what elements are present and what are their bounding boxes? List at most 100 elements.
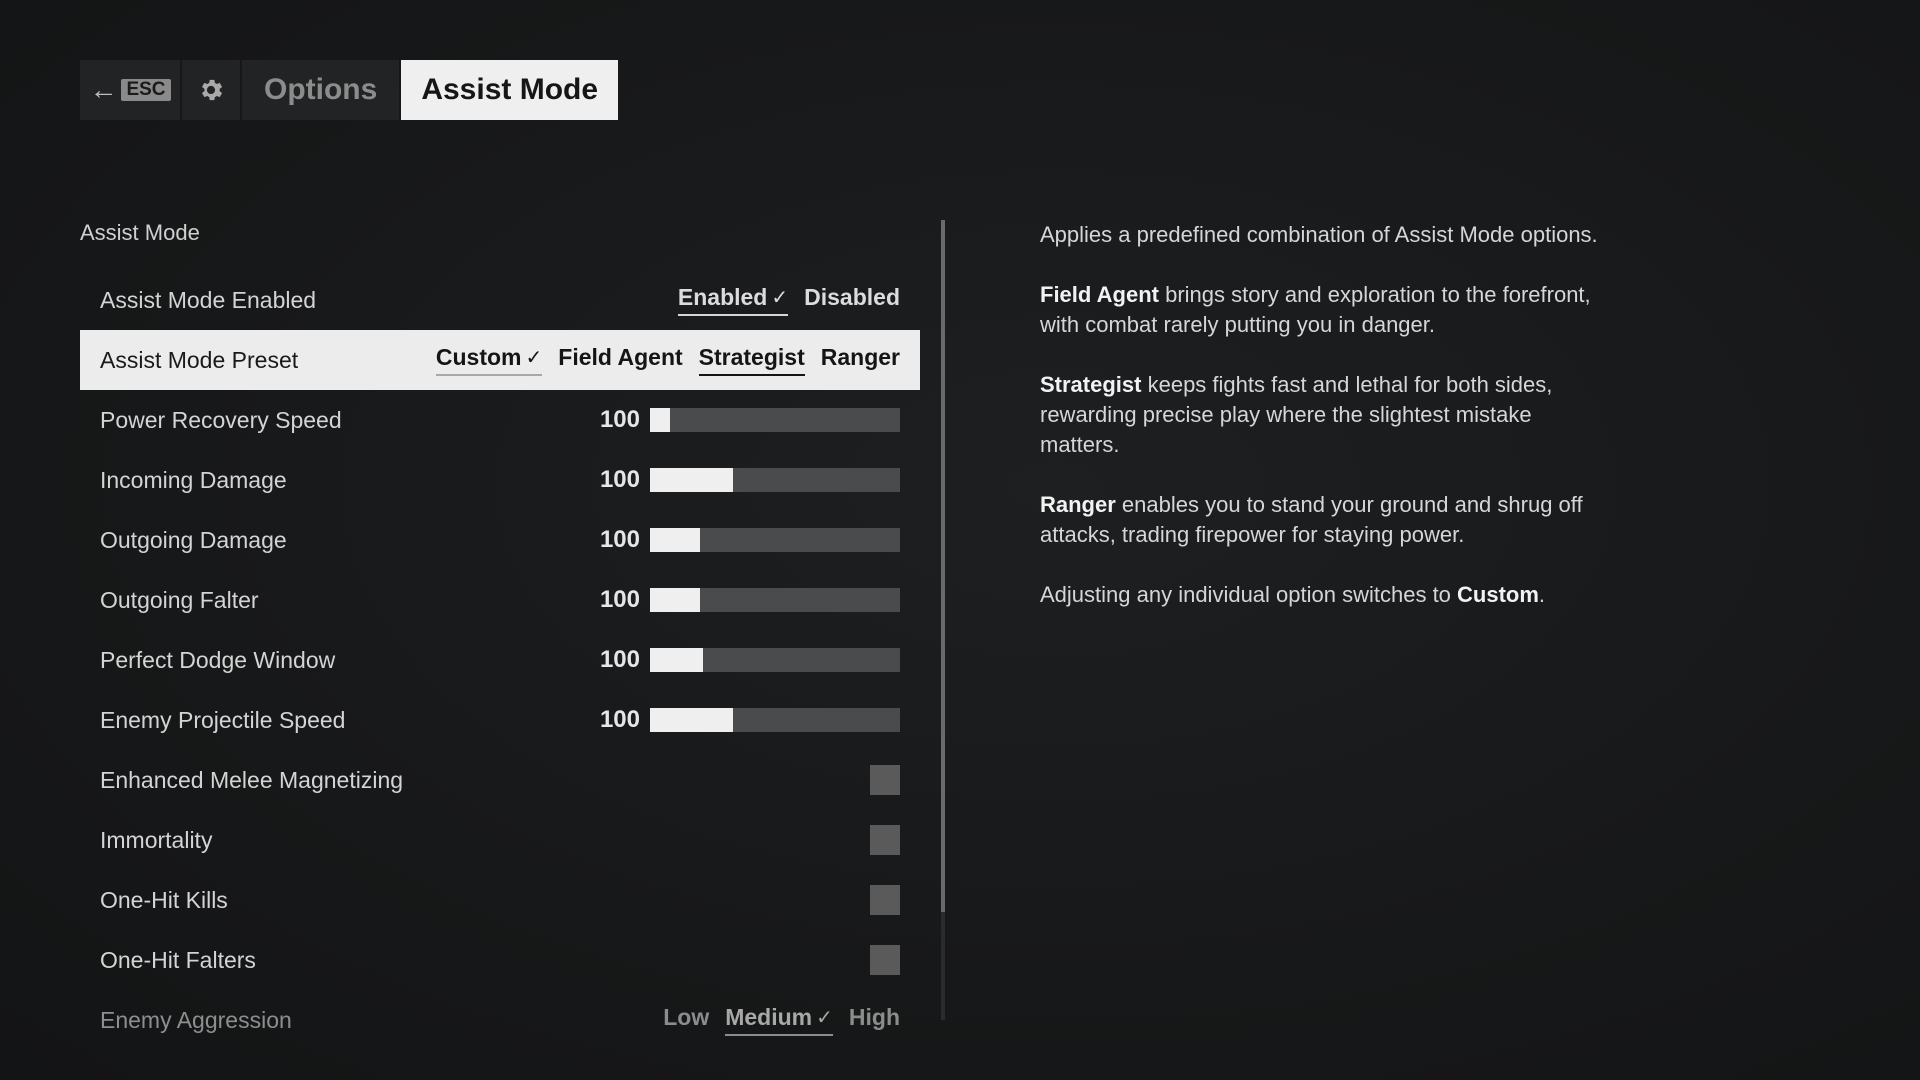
slider[interactable]: 100 xyxy=(596,586,900,614)
setting-label: Perfect Dodge Window xyxy=(100,646,336,673)
description-field-agent: Field Agent brings story and exploration… xyxy=(1040,280,1600,340)
option-label: Strategist xyxy=(698,344,805,370)
slider-track[interactable] xyxy=(650,648,900,672)
slider-track[interactable] xyxy=(650,708,900,732)
description-strategist: Strategist keeps fights fast and lethal … xyxy=(1040,370,1600,460)
back-arrow-icon: ← xyxy=(89,74,118,105)
option-selector: Custom ✓ Field Agent Strategist Ranger xyxy=(435,344,900,376)
slider[interactable]: 100 xyxy=(596,646,900,674)
slider-value: 100 xyxy=(599,526,640,553)
slider[interactable]: 100 xyxy=(596,526,900,554)
scrollbar[interactable] xyxy=(941,220,945,1020)
slider[interactable]: 100 xyxy=(596,706,900,734)
option-custom[interactable]: Custom ✓ xyxy=(435,344,543,376)
setting-label: One-Hit Kills xyxy=(100,886,228,913)
option-label: Enabled xyxy=(677,284,768,310)
check-icon: ✓ xyxy=(816,1007,833,1029)
option-label: Custom xyxy=(435,344,522,370)
preset-name: Ranger xyxy=(1040,492,1116,517)
slider-fill xyxy=(650,648,703,672)
setting-label: Outgoing Falter xyxy=(100,586,259,613)
setting-row-assist-mode-preset[interactable]: Assist Mode Preset Custom ✓ Field Agent … xyxy=(80,330,920,390)
option-selector: Low Medium ✓ High xyxy=(663,1004,900,1036)
setting-row-perfect-dodge-window[interactable]: Perfect Dodge Window 100 xyxy=(80,630,920,690)
setting-row-enemy-projectile-speed[interactable]: Enemy Projectile Speed 100 xyxy=(80,690,920,750)
preset-name: Custom xyxy=(1457,582,1539,607)
option-enabled[interactable]: Enabled ✓ xyxy=(677,284,789,316)
description-panel: Applies a predefined combination of Assi… xyxy=(1040,220,1600,640)
setting-label: Enhanced Melee Magnetizing xyxy=(100,766,404,793)
setting-row-enhanced-melee-magnetizing[interactable]: Enhanced Melee Magnetizing xyxy=(80,750,920,810)
slider-track[interactable] xyxy=(650,588,900,612)
note-suffix: . xyxy=(1538,582,1546,607)
option-ranger[interactable]: Ranger xyxy=(821,344,900,376)
slider-value: 100 xyxy=(599,406,640,433)
slider-track[interactable] xyxy=(650,408,900,432)
setting-row-assist-mode-enabled[interactable]: Assist Mode Enabled Enabled ✓ Disabled xyxy=(80,270,920,330)
settings-list: Assist Mode Enabled Enabled ✓ Disabled A… xyxy=(80,270,920,1050)
slider-fill xyxy=(650,408,670,432)
esc-key-icon: ESC xyxy=(121,79,171,101)
option-disabled[interactable]: Disabled xyxy=(804,284,900,316)
back-button[interactable]: ← ESC xyxy=(80,60,180,120)
checkbox[interactable] xyxy=(870,885,900,915)
slider-value: 100 xyxy=(599,586,640,613)
setting-label: Power Recovery Speed xyxy=(100,406,342,433)
slider-track[interactable] xyxy=(650,528,900,552)
slider[interactable]: 100 xyxy=(596,406,900,434)
check-icon: ✓ xyxy=(525,347,543,369)
preset-name: Field Agent xyxy=(1040,282,1159,307)
slider-value: 100 xyxy=(599,466,640,493)
setting-label: Enemy Projectile Speed xyxy=(100,706,346,733)
option-low[interactable]: Low xyxy=(663,1004,709,1036)
gear-icon xyxy=(202,79,223,101)
setting-row-enemy-aggression[interactable]: Enemy Aggression Low Medium ✓ High xyxy=(80,990,920,1050)
setting-label: Enemy Aggression xyxy=(100,1006,292,1033)
option-label: Field Agent xyxy=(558,344,683,370)
setting-label: Immortality xyxy=(100,826,213,853)
option-strategist[interactable]: Strategist xyxy=(698,344,805,376)
assist-mode-screen: ← ESC Options Assist Mode Assist Mode As… xyxy=(0,0,1920,1080)
checkbox[interactable] xyxy=(870,945,900,975)
setting-label: Assist Mode Enabled xyxy=(100,286,317,313)
preset-text: enables you to stand your ground and shr… xyxy=(1040,492,1583,547)
checkbox[interactable] xyxy=(870,765,900,795)
option-label: High xyxy=(848,1004,900,1030)
slider-fill xyxy=(650,528,700,552)
option-label: Medium xyxy=(725,1004,813,1030)
setting-row-outgoing-falter[interactable]: Outgoing Falter 100 xyxy=(80,570,920,630)
scrollbar-thumb[interactable] xyxy=(941,220,945,912)
slider-value: 100 xyxy=(599,646,640,673)
note-text: Adjusting any individual option switches… xyxy=(1040,582,1458,607)
slider-track[interactable] xyxy=(650,468,900,492)
section-title: Assist Mode xyxy=(80,220,200,245)
setting-row-incoming-damage[interactable]: Incoming Damage 100 xyxy=(80,450,920,510)
option-medium[interactable]: Medium ✓ xyxy=(725,1004,833,1036)
slider-fill xyxy=(650,588,700,612)
breadcrumb: ← ESC Options Assist Mode xyxy=(80,60,619,120)
slider-fill xyxy=(650,708,733,732)
slider[interactable]: 100 xyxy=(596,466,900,494)
slider-fill xyxy=(650,468,733,492)
checkbox[interactable] xyxy=(870,825,900,855)
option-label: Low xyxy=(663,1004,710,1030)
setting-row-power-recovery-speed[interactable]: Power Recovery Speed 100 xyxy=(80,390,920,450)
setting-row-immortality[interactable]: Immortality xyxy=(80,810,920,870)
settings-button[interactable] xyxy=(182,60,240,120)
option-high[interactable]: High xyxy=(849,1004,900,1036)
setting-row-outgoing-damage[interactable]: Outgoing Damage 100 xyxy=(80,510,920,570)
option-label: Ranger xyxy=(820,344,900,370)
option-field-agent[interactable]: Field Agent xyxy=(558,344,682,376)
setting-row-one-hit-falters[interactable]: One-Hit Falters xyxy=(80,930,920,990)
tab-options[interactable]: Options xyxy=(242,60,400,120)
preset-name: Strategist xyxy=(1040,372,1142,397)
tab-assist-mode[interactable]: Assist Mode xyxy=(401,60,619,120)
option-selector: Enabled ✓ Disabled xyxy=(677,284,900,316)
description-custom-note: Adjusting any individual option switches… xyxy=(1040,580,1600,610)
setting-label: Incoming Damage xyxy=(100,466,287,493)
setting-row-one-hit-kills[interactable]: One-Hit Kills xyxy=(80,870,920,930)
option-label: Disabled xyxy=(804,284,900,310)
check-icon: ✓ xyxy=(771,287,789,309)
setting-label: Assist Mode Preset xyxy=(100,346,299,373)
slider-value: 100 xyxy=(599,706,640,733)
